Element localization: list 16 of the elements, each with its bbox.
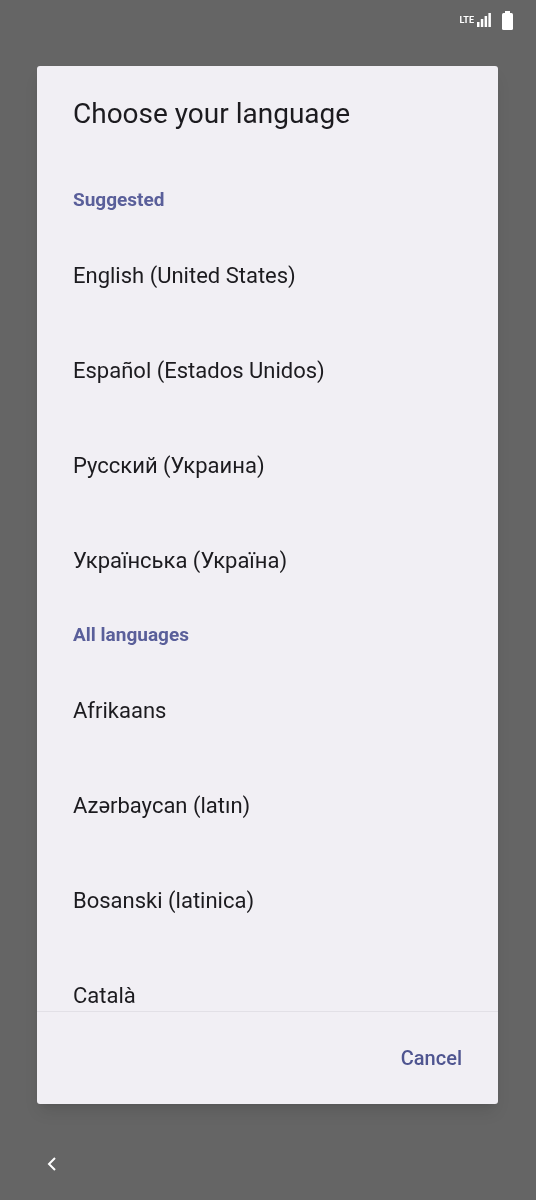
language-item[interactable]: Afrikaans [37,663,498,758]
language-item[interactable]: Bosanski (latinica) [37,853,498,948]
battery-icon [502,10,513,30]
network-type: LTE [459,15,474,25]
language-item[interactable]: Español (Estados Unidos) [37,323,498,418]
language-item[interactable]: Català [37,948,498,1011]
section-header: All languages [73,622,189,649]
language-item[interactable]: Azərbaycan (latın) [37,758,498,853]
back-icon[interactable] [46,1156,57,1172]
language-item[interactable]: Русский (Украина) [37,418,498,513]
dialog-title: Choose your language [73,96,352,132]
language-item[interactable]: English (United States) [37,228,498,323]
signal-icon [477,13,491,27]
language-item[interactable]: Українська (Україна) [37,513,498,608]
cancel-button[interactable]: Cancel [388,1035,474,1081]
section-header: Suggested [73,187,165,214]
